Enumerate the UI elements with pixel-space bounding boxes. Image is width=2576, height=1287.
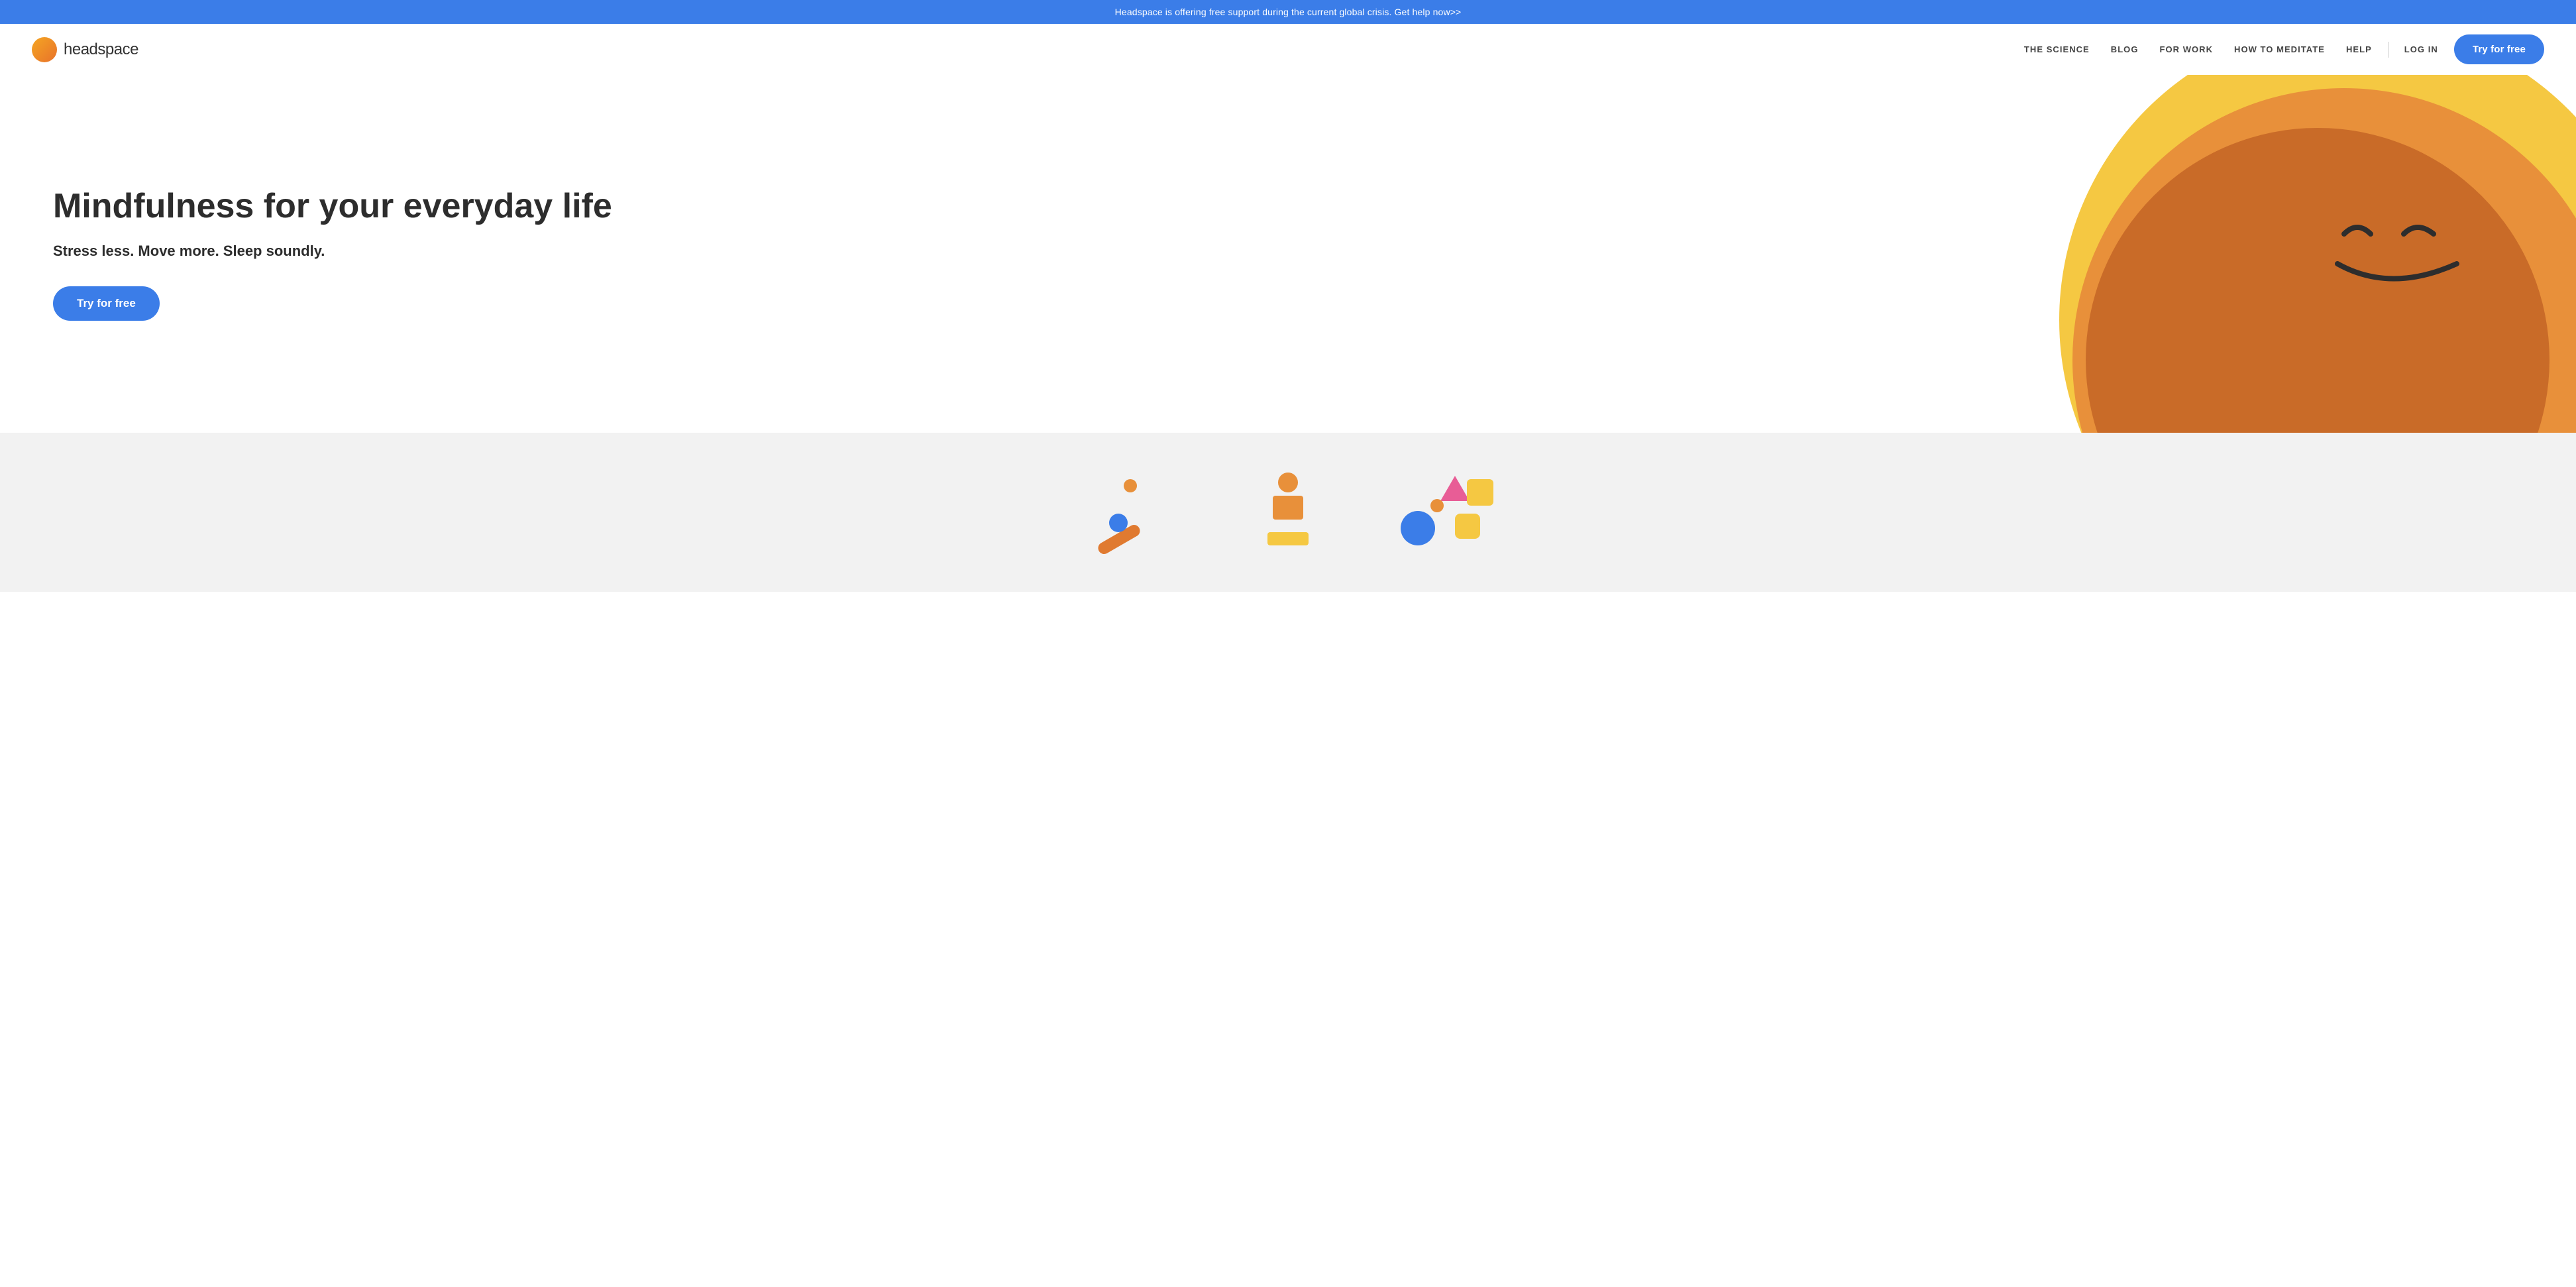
nav-item-for-work[interactable]: FOR WORK	[2159, 44, 2213, 54]
fig3-small-face	[1455, 514, 1480, 539]
figure-3	[1394, 473, 1500, 565]
fig2-body	[1273, 496, 1303, 520]
announcement-banner: Headspace is offering free support durin…	[0, 0, 2576, 24]
logo-link[interactable]: headspace	[32, 37, 138, 62]
fig1-head	[1124, 479, 1137, 492]
nav-item-the-science[interactable]: THE SCIENCE	[2024, 44, 2090, 54]
yoga-figure	[1089, 473, 1169, 552]
figure-2	[1235, 473, 1341, 565]
fig3-yellow-square	[1467, 479, 1493, 506]
logo-icon	[32, 37, 57, 62]
fig2-head	[1278, 473, 1298, 492]
nav-right: THE SCIENCE BLOG FOR WORK HOW TO MEDITAT…	[2024, 34, 2544, 64]
banner-text: Headspace is offering free support durin…	[1115, 7, 1462, 17]
bottom-section	[0, 433, 2576, 592]
hero-subtitle: Stress less. Move more. Sleep soundly.	[53, 243, 1120, 260]
fig3-blue-face	[1401, 511, 1435, 545]
fig1-body	[1109, 514, 1128, 532]
navbar: headspace THE SCIENCE BLOG FOR WORK HOW …	[0, 24, 2576, 75]
nav-item-how-to-meditate[interactable]: HOW TO MEDITATE	[2234, 44, 2325, 54]
hero-content: Mindfulness for your everyday life Stres…	[0, 75, 1159, 433]
fig3-dot	[1430, 499, 1444, 512]
hero-section: Mindfulness for your everyday life Stres…	[0, 75, 2576, 433]
logo-text: headspace	[64, 40, 138, 59]
nav-try-button[interactable]: Try for free	[2454, 34, 2544, 64]
nav-item-help[interactable]: HELP	[2346, 44, 2372, 54]
figure-1	[1076, 473, 1182, 565]
fig2-base	[1267, 532, 1309, 545]
hero-face-illustration	[2324, 207, 2470, 290]
meditate-figure	[1261, 473, 1315, 552]
login-link[interactable]: LOG IN	[2404, 44, 2438, 54]
shapes-cluster	[1394, 473, 1500, 552]
hero-illustration	[1159, 75, 2576, 433]
hero-title: Mindfulness for your everyday life	[53, 187, 1120, 227]
fig3-triangle	[1440, 476, 1470, 501]
hero-cta-button[interactable]: Try for free	[53, 286, 160, 321]
nav-item-blog[interactable]: BLOG	[2111, 44, 2139, 54]
nav-links: THE SCIENCE BLOG FOR WORK HOW TO MEDITAT…	[2024, 44, 2372, 56]
